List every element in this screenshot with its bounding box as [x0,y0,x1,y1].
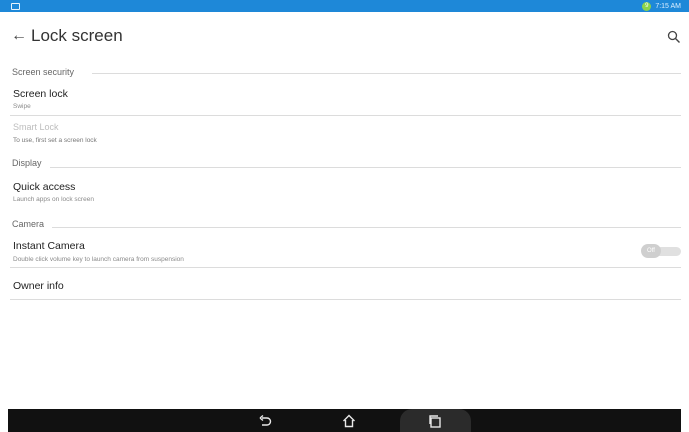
nav-home-icon[interactable] [341,413,357,429]
status-time: 7:15 AM [655,2,681,10]
row-divider [10,299,681,300]
row-divider [10,115,681,116]
owner-info-title: Owner info [13,280,64,292]
status-bar-right: 9 7:15 AM [642,1,681,11]
action-bar: ← Lock screen [0,12,689,56]
status-badge: 9 [642,1,652,11]
row-divider [10,267,681,268]
section-header-camera: Camera [12,219,45,229]
instant-camera-title: Instant Camera [13,240,85,252]
section-header-screen-security: Screen security [12,67,75,77]
smart-lock-subtitle: To use, first set a screen lock [13,137,97,144]
status-bar: 9 7:15 AM [0,0,689,12]
quick-access-title: Quick access [13,181,76,193]
page-title: Lock screen [31,26,123,45]
navigation-bar [8,409,681,432]
instant-camera-subtitle: Double click volume key to launch camera… [13,256,184,263]
screen-lock-subtitle: Swipe [13,103,31,110]
instant-camera-toggle[interactable]: Off [641,244,681,258]
back-arrow-icon[interactable]: ← [11,28,27,44]
section-divider [50,167,681,168]
smart-lock-title: Smart Lock [13,122,59,132]
section-divider [92,73,681,74]
quick-access-subtitle: Launch apps on lock screen [13,196,94,203]
section-divider [52,227,681,228]
section-header-display: Display [12,158,42,168]
nav-recents-icon[interactable] [427,413,443,429]
screen-lock-title: Screen lock [13,88,68,100]
notification-icon [11,3,20,10]
nav-back-icon[interactable] [257,413,273,429]
search-icon[interactable] [667,30,681,44]
toggle-knob: Off [641,244,661,258]
